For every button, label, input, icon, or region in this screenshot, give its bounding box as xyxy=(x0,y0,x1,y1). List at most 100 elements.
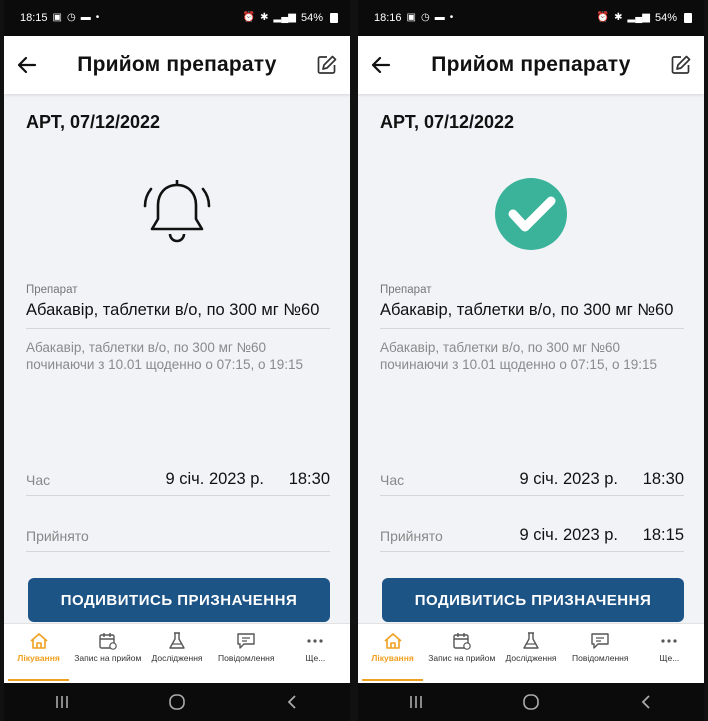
edit-button[interactable] xyxy=(304,36,350,94)
nav-item-research[interactable]: Дослідження xyxy=(142,632,211,663)
nav-item-treatment[interactable]: Лікування xyxy=(4,632,73,681)
calendar-icon xyxy=(452,632,472,650)
alarm-icon: ⏰ xyxy=(596,12,610,23)
check-circle-icon xyxy=(491,174,571,254)
message-icon xyxy=(236,632,256,650)
status-bar: 18:16 ▣ ◷ ▬ • ⏰ ✱ ▂▄▆ 54% xyxy=(358,0,704,36)
divider xyxy=(380,328,684,329)
taken-field[interactable]: Прийнято 9 січ. 2023 р. 18:15 xyxy=(380,520,684,552)
drug-name: Абакавір, таблетки в/о, по 300 мг №60 xyxy=(26,301,320,319)
drug-label: Препарат xyxy=(380,284,432,296)
battery-percent: 54% xyxy=(654,12,677,24)
nav-item-messages[interactable]: Повідомлення xyxy=(212,632,281,663)
gallery-icon: ▣ xyxy=(52,12,62,23)
regimen-date-title: АРТ, 07/12/2022 xyxy=(380,112,515,132)
edit-button[interactable] xyxy=(658,36,704,94)
home-button[interactable] xyxy=(511,687,551,717)
divider xyxy=(26,328,330,329)
more-icon xyxy=(659,632,679,650)
taken-date: 9 січ. 2023 р. xyxy=(519,526,619,544)
chevron-left-icon xyxy=(642,695,650,709)
content: АРТ, 07/12/2022 Препарат Абакавір, табле… xyxy=(4,94,350,637)
nav-item-appointment[interactable]: Запис на прийом xyxy=(427,632,496,663)
nav-item-research[interactable]: Дослідження xyxy=(496,632,565,663)
dot-icon: • xyxy=(95,12,100,23)
back-button[interactable] xyxy=(358,36,404,94)
nav-item-appointment[interactable]: Запис на прийом xyxy=(73,632,142,663)
alarm-icon: ⏰ xyxy=(242,12,256,23)
time-date: 9 січ. 2023 р. xyxy=(519,470,619,488)
app-bar: Прийом препарату xyxy=(4,36,350,94)
nav-item-treatment[interactable]: Лікування xyxy=(358,632,427,681)
system-nav-bar xyxy=(4,683,350,721)
arrow-left-icon xyxy=(17,56,37,74)
bell-icon xyxy=(137,174,217,254)
signal-icon: ▂▄▆ xyxy=(273,12,296,23)
drug-section: Препарат Абакавір, таблетки в/о, по 300 … xyxy=(26,284,330,373)
time-value: 18:30 xyxy=(642,470,684,488)
chat-icon: ▬ xyxy=(80,12,91,23)
drug-section: Препарат Абакавір, таблетки в/о, по 300 … xyxy=(380,284,684,373)
edit-icon xyxy=(671,55,691,74)
nav-label: Ще... xyxy=(659,653,680,663)
recent-apps-button[interactable] xyxy=(396,687,436,717)
view-prescription-button[interactable]: ПОДИВИТИСЬ ПРИЗНАЧЕННЯ xyxy=(28,578,330,622)
bluetooth-icon: ✱ xyxy=(614,12,623,23)
calendar-icon xyxy=(98,632,118,650)
flask-icon xyxy=(167,632,187,650)
phone-screen-right: 18:16 ▣ ◷ ▬ • ⏰ ✱ ▂▄▆ 54% Прийом препара… xyxy=(354,0,708,721)
home-button[interactable] xyxy=(157,687,197,717)
bottom-nav: Лікування Запис на прийом Дослідження По… xyxy=(4,623,350,683)
taken-field[interactable]: Прийнято xyxy=(26,520,330,552)
back-system-button[interactable] xyxy=(626,687,666,717)
nav-item-messages[interactable]: Повідомлення xyxy=(566,632,635,663)
recent-apps-icon xyxy=(409,696,422,708)
app-bar: Прийом препарату xyxy=(358,36,704,94)
page-title: Прийом препарату xyxy=(77,53,277,76)
drug-description: Абакавір, таблетки в/о, по 300 мг №60 по… xyxy=(26,340,303,372)
edit-icon xyxy=(317,55,337,74)
nav-item-more[interactable]: Ще... xyxy=(635,632,704,663)
time-date: 9 січ. 2023 р. xyxy=(165,470,265,488)
time-field[interactable]: Час 9 січ. 2023 р. 18:30 xyxy=(380,464,684,496)
view-prescription-button[interactable]: ПОДИВИТИСЬ ПРИЗНАЧЕННЯ xyxy=(382,578,684,622)
nav-label: Запис на прийом xyxy=(428,653,496,663)
time-label: Час xyxy=(380,471,405,488)
time-field[interactable]: Час 9 січ. 2023 р. 18:30 xyxy=(26,464,330,496)
home-icon xyxy=(383,632,403,650)
content: АРТ, 07/12/2022 Препарат Абакавір, табле… xyxy=(358,94,704,637)
chat-icon: ▬ xyxy=(434,12,445,23)
flask-icon xyxy=(521,632,541,650)
time-label: Час xyxy=(26,471,51,488)
gallery-icon: ▣ xyxy=(406,12,416,23)
nav-label: Запис на прийом xyxy=(74,653,142,663)
signal-icon: ▂▄▆ xyxy=(627,12,650,23)
recent-apps-icon xyxy=(55,696,68,708)
drug-description: Абакавір, таблетки в/о, по 300 мг №60 по… xyxy=(380,340,657,372)
taken-label: Прийнято xyxy=(380,527,443,544)
nav-label: Лікування xyxy=(17,653,60,663)
nav-item-more[interactable]: Ще... xyxy=(281,632,350,663)
back-button[interactable] xyxy=(4,36,50,94)
message-icon xyxy=(590,632,610,650)
alarm-icon: ◷ xyxy=(420,12,430,23)
phone-screen-left: 18:15 ▣ ◷ ▬ • ⏰ ✱ ▂▄▆ 54% Прийом препара… xyxy=(0,0,354,721)
alarm-icon: ◷ xyxy=(66,12,76,23)
battery-icon xyxy=(684,13,692,23)
chevron-left-icon xyxy=(288,695,296,709)
taken-time: 18:15 xyxy=(642,526,684,544)
drug-label: Препарат xyxy=(26,284,78,296)
nav-label: Дослідження xyxy=(505,653,557,663)
recent-apps-button[interactable] xyxy=(42,687,82,717)
nav-label: Повідомлення xyxy=(217,653,275,663)
more-icon xyxy=(305,632,325,650)
regimen-date-title: АРТ, 07/12/2022 xyxy=(26,112,161,132)
nav-label: Ще... xyxy=(305,653,326,663)
back-system-button[interactable] xyxy=(272,687,312,717)
nav-label: Дослідження xyxy=(151,653,203,663)
home-circle-icon xyxy=(523,694,539,710)
dot-icon: • xyxy=(449,12,454,23)
battery-icon xyxy=(330,13,338,23)
taken-label: Прийнято xyxy=(26,527,89,544)
nav-label: Повідомлення xyxy=(571,653,629,663)
